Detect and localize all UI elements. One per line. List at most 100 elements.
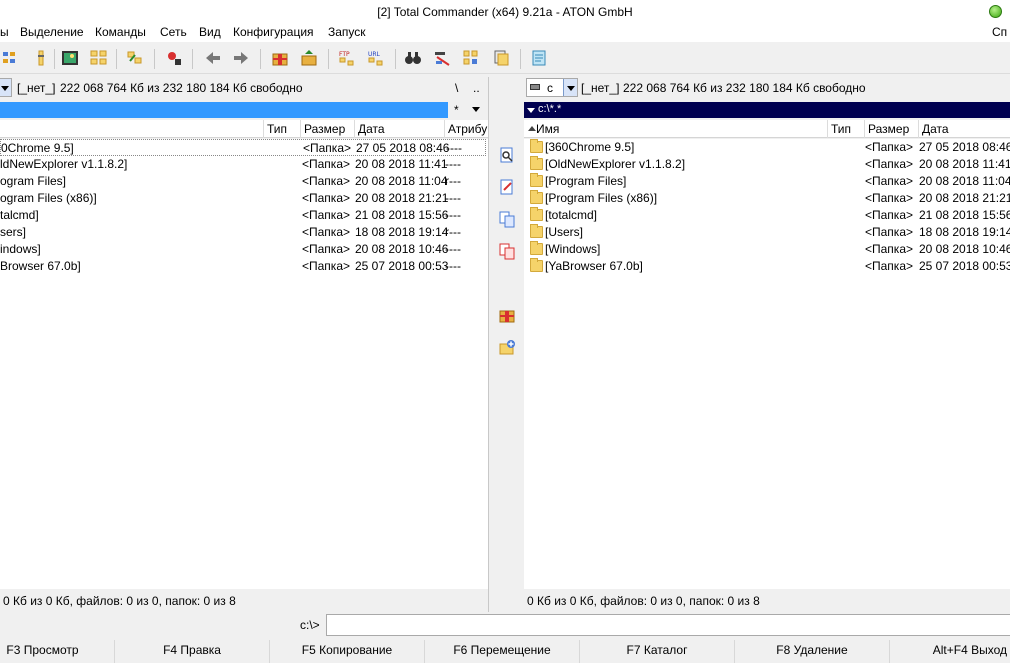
list-item[interactable]: [360Chrome 9.5] <Папка> 27 05 2018 08:46: [524, 139, 1010, 156]
list-item[interactable]: [YaBrowser 67.0b] <Папка> 25 07 2018 00:…: [524, 258, 1010, 275]
right-file-list[interactable]: [360Chrome 9.5] <Папка> 27 05 2018 08:46…: [524, 139, 1010, 589]
thumbnails-icon[interactable]: [61, 49, 79, 67]
history-dropdown-icon[interactable]: [527, 108, 535, 113]
list-item[interactable]: [Users] <Папка> 18 08 2018 19:14: [524, 224, 1010, 241]
view-file-icon[interactable]: [498, 146, 516, 164]
up-button[interactable]: ..: [473, 81, 480, 95]
left-column-header: Тип Размер Дата Атрибу: [0, 120, 488, 138]
file-date: 20 08 2018 10:46: [355, 242, 449, 256]
file-name: [Program Files (x86)]: [545, 191, 658, 205]
right-col-name[interactable]: Имя: [536, 122, 559, 136]
right-drive-combo[interactable]: c: [526, 78, 578, 97]
menu-view[interactable]: Вид: [199, 25, 221, 39]
list-item[interactable]: [totalcmd] <Папка> 21 08 2018 15:56: [524, 207, 1010, 224]
edit-file-icon[interactable]: [498, 178, 516, 196]
list-item[interactable]: talcmd] <Папка> 21 08 2018 15:56 ----: [0, 207, 486, 224]
tree-icon[interactable]: [32, 49, 50, 67]
right-col-type[interactable]: Тип: [831, 122, 851, 136]
menu-files[interactable]: ы: [0, 25, 9, 39]
alt-f4-exit-button[interactable]: Alt+F4 Выход: [889, 640, 1010, 663]
file-attr: ----: [445, 157, 461, 171]
f3-view-button[interactable]: F3 Просмотр: [0, 640, 114, 663]
url-connect-icon[interactable]: URL: [367, 49, 385, 67]
filter-star[interactable]: *: [454, 103, 459, 117]
file-size: <Папка>: [303, 141, 351, 155]
f4-edit-button[interactable]: F4 Правка: [114, 640, 269, 663]
menu-start[interactable]: Запуск: [328, 25, 366, 39]
move-files-icon[interactable]: [498, 242, 516, 260]
left-path-bar[interactable]: [0, 102, 448, 118]
list-item[interactable]: [Program Files (x86)] <Папка> 20 08 2018…: [524, 190, 1010, 207]
title-bar: [2] Total Commander (x64) 9.21a - ATON G…: [0, 0, 1010, 22]
panel-splitter[interactable]: [488, 77, 489, 612]
search-icon[interactable]: [404, 49, 422, 67]
right-col-date[interactable]: Дата: [922, 122, 949, 136]
unpack-icon[interactable]: [165, 49, 183, 67]
view-mode-icon[interactable]: [2, 49, 20, 67]
multi-rename-icon[interactable]: [433, 49, 451, 67]
list-item[interactable]: 0Chrome 9.5] <Папка> 27 05 2018 08:46 --…: [0, 139, 486, 156]
unpack-archive-icon[interactable]: [300, 49, 318, 67]
copy-names-icon[interactable]: [492, 49, 510, 67]
menu-commands[interactable]: Команды: [95, 25, 146, 39]
f8-delete-button[interactable]: F8 Удаление: [734, 640, 889, 663]
file-attr: ----: [445, 259, 461, 273]
left-col-attr[interactable]: Атрибу: [448, 122, 487, 136]
f7-mkdir-button[interactable]: F7 Каталог: [579, 640, 734, 663]
root-button[interactable]: \: [455, 81, 458, 95]
file-date: 25 07 2018 00:53: [355, 259, 449, 273]
command-input[interactable]: [326, 614, 1010, 636]
list-item[interactable]: [Program Files] <Папка> 20 08 2018 11:04: [524, 173, 1010, 190]
sync-icon[interactable]: [126, 49, 144, 67]
menu-help[interactable]: Сп: [992, 25, 1007, 39]
left-file-list[interactable]: 0Chrome 9.5] <Папка> 27 05 2018 08:46 --…: [0, 139, 488, 589]
back-icon[interactable]: [204, 49, 222, 67]
list-item[interactable]: ogram Files] <Папка> 20 08 2018 11:04 r-…: [0, 173, 486, 190]
sync-dirs-icon[interactable]: [462, 49, 480, 67]
chevron-down-icon[interactable]: [0, 79, 11, 96]
pack-icon[interactable]: [271, 49, 289, 67]
menu-configuration[interactable]: Конфигурация: [233, 25, 314, 39]
file-date: 20 08 2018 21:21: [919, 191, 1010, 205]
f5-copy-button[interactable]: F5 Копирование: [269, 640, 424, 663]
file-date: 18 08 2018 19:14: [355, 225, 449, 239]
file-size: <Папка>: [865, 242, 913, 256]
pack-files-icon[interactable]: [498, 306, 516, 324]
copy-files-icon[interactable]: [498, 210, 516, 228]
menu-network[interactable]: Сеть: [160, 25, 187, 39]
window-control-icon[interactable]: [989, 5, 1002, 18]
file-name: 0Chrome 9.5]: [1, 141, 74, 155]
folder-icon: [530, 190, 543, 204]
notepad-icon[interactable]: [530, 49, 548, 67]
new-folder-icon[interactable]: [498, 338, 516, 356]
list-item[interactable]: [OldNewExplorer v1.1.8.2] <Папка> 20 08 …: [524, 156, 1010, 173]
f6-move-button[interactable]: F6 Перемещение: [424, 640, 579, 663]
column-divider: [263, 120, 264, 138]
ftp-connect-icon[interactable]: FTP: [338, 49, 356, 67]
list-item[interactable]: indows] <Папка> 20 08 2018 10:46 ----: [0, 241, 486, 258]
left-col-type[interactable]: Тип: [267, 122, 287, 136]
left-col-size[interactable]: Размер: [304, 122, 345, 136]
list-item[interactable]: ogram Files (x86)] <Папка> 20 08 2018 21…: [0, 190, 486, 207]
forward-icon[interactable]: [232, 49, 250, 67]
middle-button-bar: [488, 138, 524, 608]
list-item[interactable]: sers] <Папка> 18 08 2018 19:14 r---: [0, 224, 486, 241]
chevron-down-icon[interactable]: [563, 79, 577, 96]
file-name: [360Chrome 9.5]: [545, 140, 635, 154]
list-item[interactable]: Browser 67.0b] <Папка> 25 07 2018 00:53 …: [0, 258, 486, 275]
list-item[interactable]: [Windows] <Папка> 20 08 2018 10:46: [524, 241, 1010, 258]
file-size: <Папка>: [302, 157, 350, 171]
folder-icon: [530, 207, 543, 221]
filter-dropdown-icon[interactable]: [472, 107, 480, 112]
left-col-date[interactable]: Дата: [358, 122, 385, 136]
right-col-size[interactable]: Размер: [868, 122, 909, 136]
right-path-bar[interactable]: c:\*.*: [524, 102, 1010, 118]
file-date: 27 05 2018 08:46: [356, 141, 450, 155]
toolbar-separator: [395, 49, 396, 69]
list-item[interactable]: ldNewExplorer v1.1.8.2] <Папка> 20 08 20…: [0, 156, 486, 173]
compare-icon[interactable]: [90, 49, 108, 67]
right-volume-label: [_нет_]: [581, 81, 620, 95]
menu-selection[interactable]: Выделение: [20, 25, 84, 39]
left-drive-combo[interactable]: [0, 78, 12, 97]
command-prompt: c:\>: [300, 618, 320, 632]
